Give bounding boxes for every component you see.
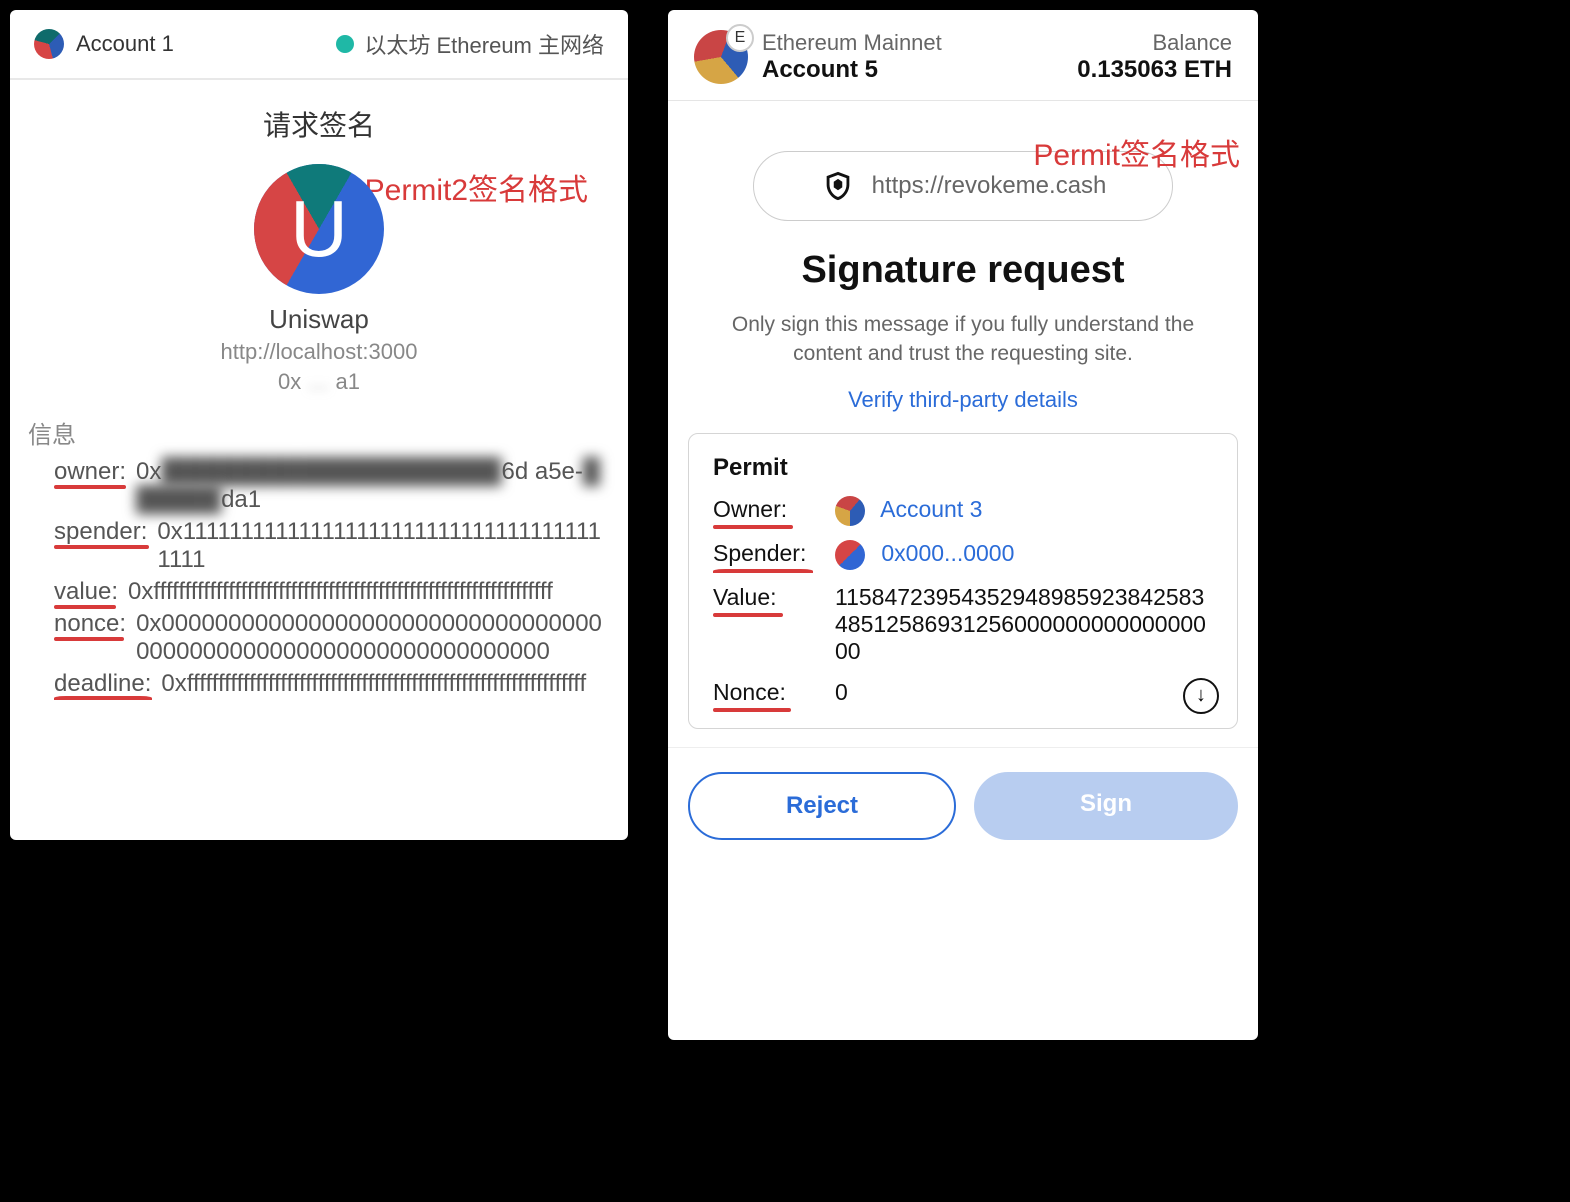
- signature-request-title: Signature request: [668, 249, 1258, 292]
- field-value[interactable]: Account 3: [835, 496, 1213, 526]
- verify-details-link[interactable]: Verify third-party details: [668, 387, 1258, 413]
- owner-avatar-icon: [835, 496, 865, 526]
- header: E Ethereum Mainnet Account 5 Balance 0.1…: [668, 10, 1258, 101]
- field-key: spender:: [54, 518, 147, 546]
- account-selector[interactable]: Account 1: [34, 29, 174, 59]
- dapp-url: http://localhost:3000: [10, 339, 628, 365]
- account-info[interactable]: E Ethereum Mainnet Account 5: [694, 30, 942, 84]
- balance-display: Balance 0.135063 ETH: [1077, 30, 1232, 84]
- logo-letter: U: [290, 183, 348, 275]
- permit-title: Permit: [713, 454, 1213, 482]
- header: Account 1 以太坊 Ethereum 主网络: [10, 10, 628, 80]
- field-value[interactable]: 0x000...0000: [835, 540, 1213, 570]
- dapp-name: Uniswap: [10, 304, 628, 335]
- field-key: Owner:: [713, 496, 821, 523]
- network-selector[interactable]: 以太坊 Ethereum 主网络: [336, 28, 604, 60]
- spender-avatar-icon: [835, 540, 865, 570]
- field-nonce: Nonce: 0: [713, 679, 1213, 706]
- account-name: Account 1: [76, 31, 174, 57]
- field-value: 0xffffffffffffffffffffffffffffffffffffff…: [128, 578, 604, 606]
- field-value: Value: 115847239543529489859238425834851…: [713, 584, 1213, 665]
- field-key: deadline:: [54, 670, 151, 698]
- site-url: https://revokeme.cash: [872, 172, 1107, 200]
- field-spender: spender: 0x11111111111111111111111111111…: [54, 518, 604, 574]
- field-key: Nonce:: [713, 679, 821, 706]
- field-nonce: nonce: 0x0000000000000000000000000000000…: [54, 610, 604, 666]
- annotation-permit: Permit签名格式: [1033, 130, 1240, 174]
- field-value: 1158472395435294898592384258348512586931…: [835, 584, 1213, 665]
- message-fields: owner: 0x████████████████████6d a5e-████…: [10, 458, 628, 720]
- field-value: 0x████████████████████6d a5e-██████da1: [136, 458, 604, 514]
- permit-signature-panel: E Ethereum Mainnet Account 5 Balance 0.1…: [668, 10, 1258, 1040]
- field-key: owner:: [54, 458, 126, 486]
- network-badge-icon: E: [726, 24, 754, 52]
- action-buttons: Reject Sign: [668, 747, 1258, 864]
- field-owner: Owner: Account 3: [713, 496, 1213, 526]
- field-value: 0x11111111111111111111111111111111111111…: [157, 518, 604, 574]
- field-value: 0x00000000000000000000000000000000000000…: [136, 610, 604, 666]
- balance-value: 0.135063 ETH: [1077, 56, 1232, 84]
- account-avatar-icon: E: [694, 30, 748, 84]
- network-name: 以太坊 Ethereum 主网络: [364, 28, 604, 60]
- field-key: nonce:: [54, 610, 126, 638]
- shield-icon: [820, 168, 856, 204]
- annotation-permit2: Permit2签名格式: [365, 165, 588, 209]
- dapp-logo-icon: U: [254, 164, 384, 294]
- account-avatar-icon: [34, 29, 64, 59]
- scroll-down-button[interactable]: ↓: [1183, 678, 1219, 714]
- field-key: Value:: [713, 584, 821, 611]
- contract-address: 0x … a1: [10, 369, 628, 395]
- reject-button[interactable]: Reject: [688, 772, 956, 840]
- field-key: value:: [54, 578, 118, 606]
- network-name: Ethereum Mainnet: [762, 30, 942, 56]
- info-section-label: 信息: [10, 395, 628, 458]
- field-deadline: deadline: 0xffffffffffffffffffffffffffff…: [54, 670, 604, 698]
- field-owner: owner: 0x████████████████████6d a5e-████…: [54, 458, 604, 514]
- balance-label: Balance: [1077, 30, 1232, 56]
- sign-button[interactable]: Sign: [974, 772, 1238, 840]
- warning-text: Only sign this message if you fully unde…: [668, 310, 1258, 369]
- field-value: 0xffffffffffffffffffffffffffffffffffffff…: [161, 670, 604, 698]
- field-value: value: 0xfffffffffffffffffffffffffffffff…: [54, 578, 604, 606]
- field-spender: Spender: 0x000...0000: [713, 540, 1213, 570]
- permit2-signature-panel: Account 1 以太坊 Ethereum 主网络 请求签名 Permit2签…: [10, 10, 628, 840]
- field-key: Spender:: [713, 540, 821, 567]
- arrow-down-icon: ↓: [1196, 684, 1206, 707]
- field-value: 0: [835, 679, 1213, 706]
- signature-request-title: 请求签名: [10, 104, 628, 144]
- network-status-icon: [336, 35, 354, 53]
- permit-card: Permit Owner: Account 3 Spender: 0x000..…: [688, 433, 1238, 729]
- account-name: Account 5: [762, 56, 942, 84]
